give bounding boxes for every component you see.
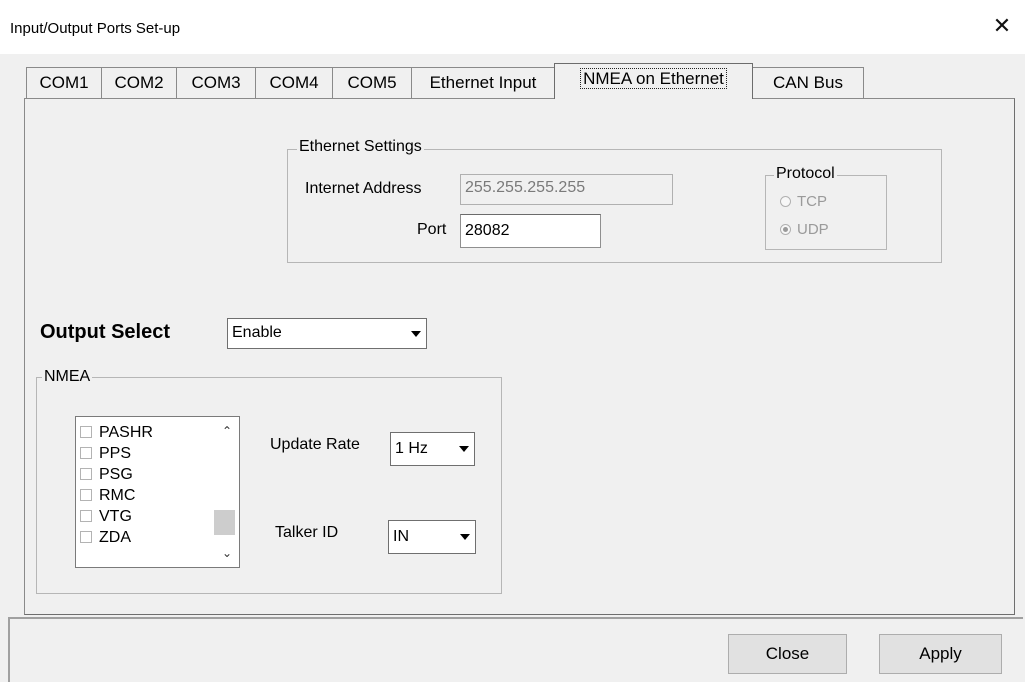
list-item[interactable]: PPS bbox=[80, 443, 131, 464]
update-rate-dropdown[interactable]: 1 Hz bbox=[390, 432, 475, 466]
active-tab-gap bbox=[555, 97, 752, 100]
talker-id-dropdown[interactable]: IN bbox=[388, 520, 476, 554]
internet-address-label: Internet Address bbox=[305, 180, 422, 197]
chevron-down-icon[interactable]: ⌄ bbox=[216, 543, 238, 563]
tab-label: Ethernet Input bbox=[429, 73, 537, 92]
list-item[interactable]: ZDA bbox=[80, 527, 131, 548]
protocol-label: Protocol bbox=[774, 165, 837, 183]
tab-label: COM2 bbox=[114, 73, 164, 92]
dropdown-arrow-icon bbox=[454, 434, 473, 464]
tab-nmea-on-ethernet[interactable]: NMEA on Ethernet bbox=[554, 63, 753, 99]
checkbox-icon[interactable] bbox=[80, 426, 92, 438]
radio-checked-icon bbox=[780, 224, 791, 235]
ethernet-settings-label: Ethernet Settings bbox=[297, 138, 424, 156]
tab-com3[interactable]: COM3 bbox=[176, 67, 256, 98]
list-item[interactable]: VTG bbox=[80, 506, 132, 527]
nmea-label: NMEA bbox=[42, 368, 93, 386]
nmea-message-list[interactable]: PASHR PPS PSG RMC VTG ZDA ⌃ ⌄ bbox=[75, 416, 240, 568]
list-item[interactable]: PASHR bbox=[80, 422, 153, 443]
separator bbox=[8, 617, 1023, 619]
checkbox-icon[interactable] bbox=[80, 447, 92, 459]
radio-unchecked-icon bbox=[780, 196, 791, 207]
tab-com2[interactable]: COM2 bbox=[101, 67, 177, 98]
output-select-label: Output Select bbox=[40, 321, 171, 343]
port-field[interactable]: 28082 bbox=[460, 214, 601, 248]
dropdown-arrow-icon bbox=[455, 522, 474, 552]
tab-com5[interactable]: COM5 bbox=[332, 67, 412, 98]
protocol-group bbox=[765, 175, 887, 250]
close-button[interactable]: Close bbox=[728, 634, 847, 674]
tab-label: COM5 bbox=[347, 73, 397, 92]
checkbox-icon[interactable] bbox=[80, 531, 92, 543]
talker-id-value: IN bbox=[393, 528, 409, 545]
close-window-icon[interactable]: ✕ bbox=[988, 12, 1016, 42]
left-edge bbox=[8, 617, 10, 682]
tab-label: NMEA on Ethernet bbox=[580, 68, 727, 89]
dropdown-arrow-icon bbox=[406, 320, 425, 347]
tab-com1[interactable]: COM1 bbox=[26, 67, 102, 98]
udp-label: UDP bbox=[797, 221, 829, 238]
list-item-label: PSG bbox=[99, 466, 133, 483]
checkbox-icon[interactable] bbox=[80, 468, 92, 480]
output-select-value: Enable bbox=[232, 324, 282, 341]
output-select-dropdown[interactable]: Enable bbox=[227, 318, 427, 349]
list-item-label: PASHR bbox=[99, 424, 153, 441]
tab-label: COM4 bbox=[269, 73, 319, 92]
update-rate-label: Update Rate bbox=[270, 436, 360, 453]
scrollbar-thumb[interactable] bbox=[214, 510, 235, 535]
list-item-label: PPS bbox=[99, 445, 132, 462]
update-rate-value: 1 Hz bbox=[395, 440, 428, 457]
list-item[interactable]: PSG bbox=[80, 464, 133, 485]
tab-label: CAN Bus bbox=[773, 73, 843, 92]
list-item[interactable]: RMC bbox=[80, 485, 135, 506]
tcp-radio[interactable]: TCP bbox=[780, 193, 827, 210]
tcp-label: TCP bbox=[797, 193, 827, 210]
checkbox-icon[interactable] bbox=[80, 510, 92, 522]
checkbox-icon[interactable] bbox=[80, 489, 92, 501]
port-label: Port bbox=[417, 221, 447, 238]
list-item-label: ZDA bbox=[99, 529, 131, 546]
tab-label: COM1 bbox=[39, 73, 89, 92]
apply-button[interactable]: Apply bbox=[879, 634, 1002, 674]
list-item-label: VTG bbox=[99, 508, 132, 525]
talker-id-label: Talker ID bbox=[275, 524, 339, 541]
tab-can-bus[interactable]: CAN Bus bbox=[752, 67, 864, 98]
list-item-label: RMC bbox=[99, 487, 136, 504]
tab-com4[interactable]: COM4 bbox=[255, 67, 333, 98]
window-title: Input/Output Ports Set-up bbox=[10, 20, 181, 37]
udp-radio[interactable]: UDP bbox=[780, 221, 829, 238]
tab-label: COM3 bbox=[191, 73, 241, 92]
chevron-up-icon[interactable]: ⌃ bbox=[216, 421, 238, 441]
tab-ethernet-input[interactable]: Ethernet Input bbox=[411, 67, 555, 98]
internet-address-field[interactable]: 255.255.255.255 bbox=[460, 174, 673, 205]
title-bar: Input/Output Ports Set-up ✕ bbox=[0, 0, 1025, 54]
